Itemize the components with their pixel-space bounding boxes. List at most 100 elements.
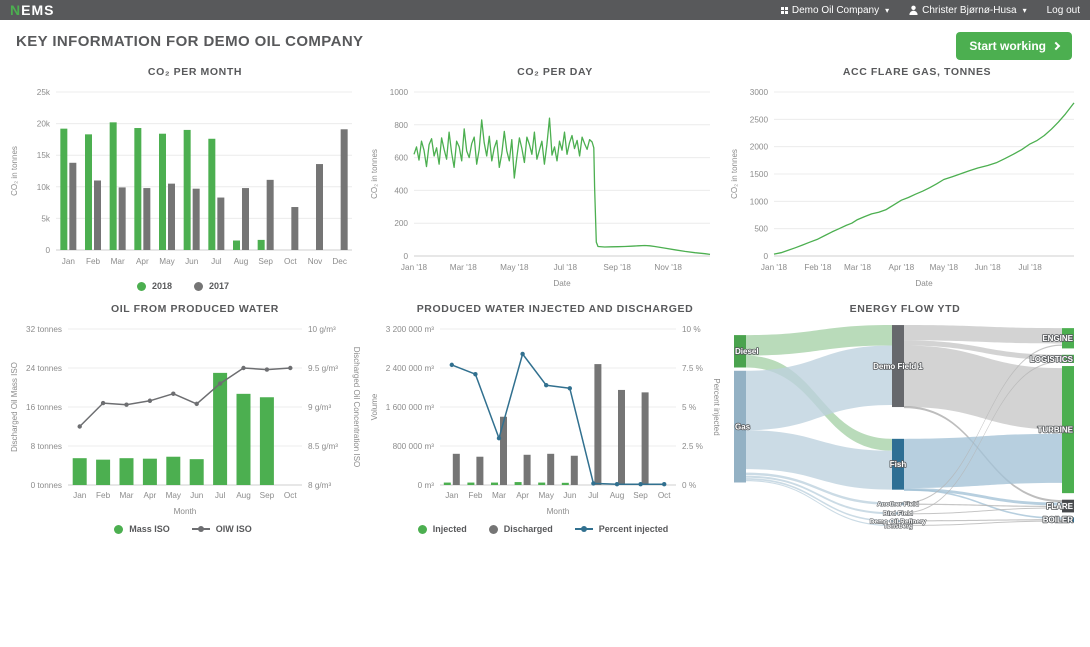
svg-text:Oct: Oct (658, 491, 671, 500)
logout-link[interactable]: Log out (1047, 5, 1080, 16)
svg-text:Jun '18: Jun '18 (975, 263, 1002, 272)
svg-text:500: 500 (754, 225, 768, 234)
svg-text:Apr: Apr (136, 257, 149, 266)
svg-text:Demo Field 1: Demo Field 1 (873, 362, 923, 371)
svg-text:Discharged Oil Concentration I: Discharged Oil Concentration ISO (352, 347, 360, 468)
legend-item-mass-iso[interactable]: Mass ISO (114, 524, 170, 534)
chart-title: CO₂ PER DAY (366, 66, 720, 80)
svg-text:16 tonnes: 16 tonnes (26, 403, 62, 412)
svg-text:Aug: Aug (610, 491, 625, 500)
legend-item-2018[interactable]: 2018 (137, 281, 172, 291)
svg-text:Jul: Jul (211, 257, 222, 266)
svg-text:8 tonnes: 8 tonnes (31, 442, 62, 451)
chart-title: CO₂ PER MONTH (6, 66, 360, 80)
legend-item-oiw-iso[interactable]: OIW ISO (192, 524, 252, 534)
user-dropdown[interactable]: Christer Bjørnø-Husa ▾ (909, 5, 1026, 16)
legend-swatch (114, 525, 123, 534)
svg-text:Jan '18: Jan '18 (401, 263, 428, 272)
svg-text:Oct: Oct (284, 491, 297, 500)
legend-swatch (194, 282, 203, 291)
top-navbar: NEMS Demo Oil Company ▾ Christer Bjørnø-… (0, 0, 1090, 20)
chevron-down-icon: ▾ (1023, 6, 1027, 15)
svg-text:Percent injected: Percent injected (712, 378, 720, 435)
svg-text:600: 600 (394, 154, 408, 163)
legend-swatch (137, 282, 146, 291)
legend-item-injected[interactable]: Injected (418, 524, 467, 534)
svg-text:May: May (538, 491, 554, 500)
svg-text:800 000 m³: 800 000 m³ (393, 442, 435, 451)
oil-from-produced-water-chart[interactable]: 0 tonnes8 tonnes16 tonnes24 tonnes32 ton… (6, 319, 360, 517)
svg-text:Another Field: Another Field (877, 501, 919, 508)
company-name: Demo Oil Company (792, 5, 879, 16)
svg-text:2.5 %: 2.5 % (682, 442, 703, 451)
svg-text:Date: Date (553, 279, 571, 288)
svg-text:200: 200 (394, 219, 408, 228)
svg-text:10 g/m³: 10 g/m³ (308, 325, 336, 334)
legend-swatch (418, 525, 427, 534)
chart-title: OIL FROM PRODUCED WATER (6, 303, 360, 317)
svg-text:9.5 g/m³: 9.5 g/m³ (308, 364, 338, 373)
svg-text:32 tonnes: 32 tonnes (26, 325, 62, 334)
chevron-down-icon: ▾ (885, 6, 889, 15)
svg-text:Nov: Nov (308, 257, 323, 266)
svg-text:Volume: Volume (370, 393, 379, 420)
svg-text:Tønsberg: Tønsberg (883, 523, 913, 530)
svg-text:25k: 25k (37, 88, 51, 97)
svg-text:May '18: May '18 (930, 263, 959, 272)
legend-item-2017[interactable]: 2017 (194, 281, 229, 291)
nems-logo[interactable]: NEMS (10, 0, 54, 20)
svg-text:Fish: Fish (890, 460, 907, 469)
svg-text:Feb: Feb (86, 257, 101, 266)
svg-text:0: 0 (763, 252, 768, 261)
svg-text:BOILER: BOILER (1043, 516, 1073, 525)
produced-water-chart[interactable]: 0 m³800 000 m³1 600 000 m³2 400 000 m³3 … (366, 319, 720, 517)
svg-text:Mar '18: Mar '18 (844, 263, 871, 272)
legend-swatch (192, 528, 210, 531)
svg-text:Jun: Jun (185, 257, 199, 266)
chevron-right-icon (1052, 42, 1060, 50)
legend-item-discharged[interactable]: Discharged (489, 524, 553, 534)
svg-text:Feb: Feb (96, 491, 111, 500)
user-icon (909, 5, 918, 15)
co2-per-month-chart[interactable]: 05k10k15k20k25kJanFebMarAprMayJunJulAugS… (6, 82, 360, 274)
svg-text:Sep: Sep (260, 491, 275, 500)
produced-water-card: PRODUCED WATER INJECTED AND DISCHARGED 0… (366, 303, 720, 534)
svg-text:Mar '18: Mar '18 (450, 263, 477, 272)
svg-text:Mar: Mar (492, 491, 506, 500)
svg-text:Jan: Jan (73, 491, 87, 500)
svg-text:Apr '18: Apr '18 (889, 263, 915, 272)
co2-per-month-card: CO₂ PER MONTH 05k10k15k20k25kJanFebMarAp… (6, 66, 360, 291)
svg-text:Aug: Aug (234, 257, 249, 266)
chart-title: PRODUCED WATER INJECTED AND DISCHARGED (366, 303, 720, 317)
svg-text:1000: 1000 (750, 197, 769, 206)
start-working-button[interactable]: Start working (956, 32, 1072, 60)
legend-item-percent-injected[interactable]: Percent injected (575, 524, 669, 534)
acc-flare-gas-chart[interactable]: 050010001500200025003000Jan '18Feb '18Ma… (726, 82, 1084, 290)
ems-dashboard: { "navbar": { "logo_prefix": "N", "logo_… (0, 0, 1090, 647)
energy-flow-card: ENERGY FLOW YTD DieselGasDemo Field 1Fis… (726, 303, 1084, 539)
oil-from-produced-water-legend: Mass ISO OIW ISO (6, 524, 360, 534)
user-name: Christer Bjørnø-Husa (922, 5, 1016, 16)
svg-text:8.5 g/m³: 8.5 g/m³ (308, 442, 338, 451)
svg-text:7.5 %: 7.5 % (682, 364, 703, 373)
svg-text:10 %: 10 % (682, 325, 701, 334)
svg-text:1 600 000 m³: 1 600 000 m³ (386, 403, 435, 412)
svg-text:0 tonnes: 0 tonnes (31, 481, 62, 490)
svg-text:Date: Date (915, 279, 933, 288)
svg-text:Sep '18: Sep '18 (603, 263, 631, 272)
svg-text:Jun: Jun (563, 491, 577, 500)
co2-per-day-chart[interactable]: 02004006008001000Jan '18Mar '18May '18Ju… (366, 82, 720, 290)
svg-text:2 400 000 m³: 2 400 000 m³ (386, 364, 435, 373)
company-dropdown[interactable]: Demo Oil Company ▾ (781, 5, 889, 16)
svg-text:Jan '18: Jan '18 (761, 263, 788, 272)
svg-text:Gas: Gas (735, 423, 751, 432)
svg-text:Sep: Sep (633, 491, 648, 500)
energy-flow-sankey[interactable]: DieselGasDemo Field 1FishAnother FieldBi… (726, 319, 1084, 534)
svg-text:May: May (166, 491, 182, 500)
svg-text:3 200 000 m³: 3 200 000 m³ (386, 325, 435, 334)
svg-text:FLARE: FLARE (1046, 502, 1073, 511)
svg-text:CO₂ in tonnes: CO₂ in tonnes (370, 149, 379, 199)
svg-text:Discharged Oil Mass ISO: Discharged Oil Mass ISO (10, 362, 19, 452)
svg-text:Jul: Jul (215, 491, 226, 500)
logo-n: N (10, 2, 21, 18)
